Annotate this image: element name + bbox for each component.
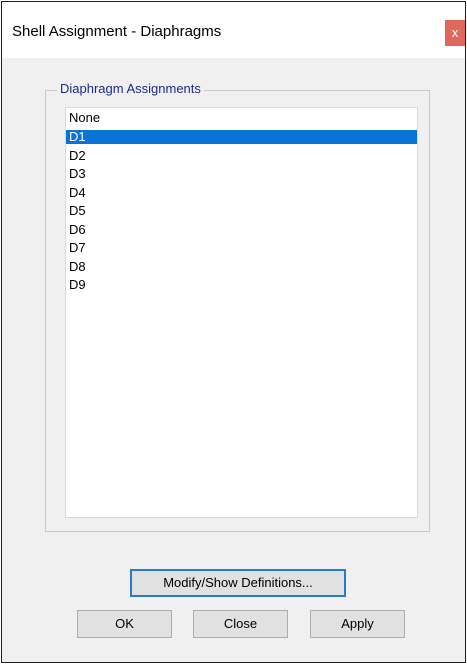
list-item-d9[interactable]: D9 [66,278,417,292]
ok-button[interactable]: OK [77,610,172,638]
list-item-none[interactable]: None [66,111,417,125]
list-item-d7[interactable]: D7 [66,241,417,255]
close-button[interactable]: Close [193,610,288,638]
list-item-d8[interactable]: D8 [66,260,417,274]
list-item-d6[interactable]: D6 [66,223,417,237]
modify-show-definitions-button[interactable]: Modify/Show Definitions... [130,569,346,597]
apply-button[interactable]: Apply [310,610,405,638]
title-bar[interactable]: Shell Assignment - Diaphragms x [2,2,465,58]
window-title: Shell Assignment - Diaphragms [12,23,222,40]
group-label: Diaphragm Assignments [57,81,204,96]
list-item-d2[interactable]: D2 [66,149,417,163]
list-item-d1[interactable]: D1 [66,130,417,144]
list-item-d3[interactable]: D3 [66,167,417,181]
diaphragm-listbox[interactable]: None D1 D2 D3 D4 D5 D6 D7 D8 D9 [65,107,418,518]
list-item-d5[interactable]: D5 [66,204,417,218]
close-icon[interactable]: x [445,20,465,46]
list-item-d4[interactable]: D4 [66,186,417,200]
